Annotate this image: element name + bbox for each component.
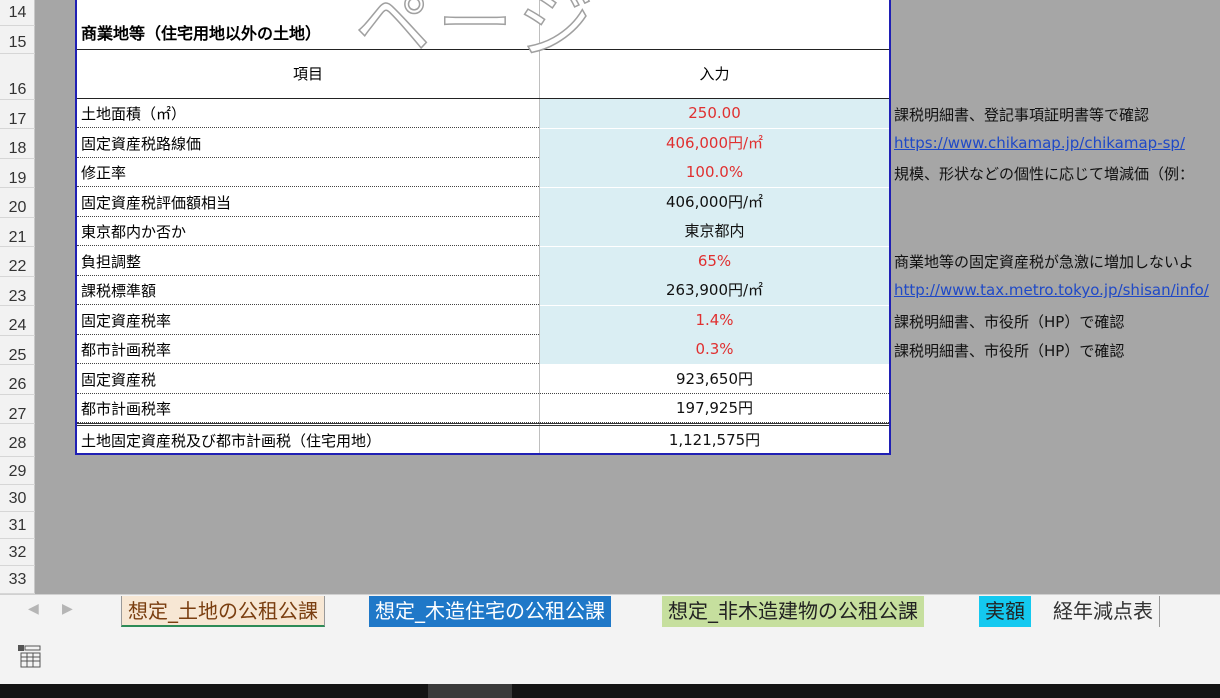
route-price-input[interactable]: 406,000円/㎡ bbox=[540, 129, 889, 158]
sheet-tab-bar: ◀ ▶ 想定_土地の公租公課 想定_木造住宅の公租公課 想定_非木造建物の公租公… bbox=[0, 594, 1220, 628]
note-cell[interactable]: 課税明細書、市役所（HP）で確認 bbox=[894, 340, 1124, 361]
table-row: 固定資産税率 1.4% bbox=[77, 306, 889, 335]
table-row: 固定資産税 923,650円 bbox=[77, 365, 889, 394]
row-header-24[interactable]: 24 bbox=[0, 306, 35, 336]
property-tax-cell[interactable]: 923,650円 bbox=[540, 365, 889, 394]
row-header-27[interactable]: 27 bbox=[0, 395, 35, 424]
page-watermark: ページ bbox=[354, 0, 600, 68]
row-label[interactable]: 課税標準額 bbox=[81, 280, 156, 301]
tax-base-cell[interactable]: 263,900円/㎡ bbox=[540, 276, 889, 305]
row-header-15[interactable]: 15 bbox=[0, 26, 35, 54]
note-cell[interactable]: 規模、形状などの個性に応じて増減価（例： bbox=[894, 163, 1194, 184]
row-label[interactable]: 東京都内か否か bbox=[81, 221, 186, 242]
land-area-input[interactable]: 250.00 bbox=[540, 99, 889, 128]
row-header-30[interactable]: 30 bbox=[0, 485, 35, 512]
table-row: 負担調整 65% bbox=[77, 247, 889, 276]
row-header-23[interactable]: 23 bbox=[0, 277, 35, 306]
property-tax-rate-input[interactable]: 1.4% bbox=[540, 306, 889, 335]
table-row: 固定資産税路線価 406,000円/㎡ bbox=[77, 129, 889, 158]
row-header-18[interactable]: 18 bbox=[0, 129, 35, 159]
row-header-26[interactable]: 26 bbox=[0, 365, 35, 395]
row-label[interactable]: 負担調整 bbox=[81, 251, 141, 272]
row-header-33[interactable]: 33 bbox=[0, 566, 35, 594]
row-label[interactable]: 都市計画税率 bbox=[81, 398, 171, 419]
row-header-21[interactable]: 21 bbox=[0, 218, 35, 247]
tab-scroll-left-icon[interactable]: ◀ bbox=[28, 601, 39, 617]
row-label[interactable]: 土地面積（㎡） bbox=[81, 103, 186, 124]
row-header-19[interactable]: 19 bbox=[0, 159, 35, 188]
sheet-view-icon[interactable] bbox=[17, 644, 41, 668]
total-tax-cell[interactable]: 1,121,575円 bbox=[540, 426, 889, 455]
row-label[interactable]: 土地固定資産税及び都市計画税（住宅用地） bbox=[81, 430, 381, 451]
note-cell[interactable]: 課税明細書、市役所（HP）で確認 bbox=[894, 311, 1124, 332]
table-row: 土地面積（㎡） 250.00 bbox=[77, 99, 889, 128]
correction-rate-input[interactable]: 100.0% bbox=[540, 158, 889, 187]
row-header-29[interactable]: 29 bbox=[0, 457, 35, 485]
table-row: 都市計画税率 197,925円 bbox=[77, 394, 889, 423]
tab-land-tax[interactable]: 想定_土地の公租公課 bbox=[121, 596, 325, 627]
table-row: 固定資産税評価額相当 406,000円/㎡ bbox=[77, 188, 889, 217]
city-planning-tax-cell[interactable]: 197,925円 bbox=[540, 394, 889, 423]
row-header-16[interactable]: 16 bbox=[0, 54, 35, 100]
tab-wooden-house-tax[interactable]: 想定_木造住宅の公租公課 bbox=[369, 596, 611, 627]
row-header-17[interactable]: 17 bbox=[0, 100, 35, 129]
chikamap-link[interactable]: https://www.chikamap.jp/chikamap-sp/ bbox=[894, 134, 1185, 152]
row-header-25[interactable]: 25 bbox=[0, 336, 35, 365]
burden-adjustment-input[interactable]: 65% bbox=[540, 247, 889, 276]
note-cell[interactable]: 課税明細書、登記事項証明書等で確認 bbox=[894, 104, 1149, 125]
row-header-31[interactable]: 31 bbox=[0, 512, 35, 539]
assessed-value-cell[interactable]: 406,000円/㎡ bbox=[540, 188, 889, 217]
row-header-22[interactable]: 22 bbox=[0, 247, 35, 277]
row-label[interactable]: 都市計画税率 bbox=[81, 339, 171, 360]
taskbar-item[interactable] bbox=[428, 684, 512, 698]
row-label[interactable]: 修正率 bbox=[81, 162, 126, 183]
table-row: 修正率 100.0% bbox=[77, 158, 889, 187]
total-row: 土地固定資産税及び都市計画税（住宅用地） 1,121,575円 bbox=[77, 423, 889, 452]
status-bar bbox=[0, 628, 1220, 684]
taskbar bbox=[0, 684, 1220, 698]
row-headers: 14 15 16 17 18 19 20 21 22 23 24 25 26 2… bbox=[0, 0, 35, 594]
table-row: 課税標準額 263,900円/㎡ bbox=[77, 276, 889, 305]
tab-actual-amount[interactable]: 実額 bbox=[979, 596, 1031, 627]
city-planning-rate-input[interactable]: 0.3% bbox=[540, 335, 889, 364]
row-label[interactable]: 固定資産税評価額相当 bbox=[81, 192, 231, 213]
tab-depreciation-table[interactable]: 経年減点表 bbox=[1047, 596, 1160, 627]
note-cell[interactable]: 商業地等の固定資産税が急激に増加しないよ bbox=[894, 251, 1194, 272]
table-row: 都市計画税率 0.3% bbox=[77, 335, 889, 364]
tax-metro-link[interactable]: http://www.tax.metro.tokyo.jp/shisan/inf… bbox=[894, 281, 1209, 299]
row-header-14[interactable]: 14 bbox=[0, 0, 35, 26]
row-header-32[interactable]: 32 bbox=[0, 539, 35, 566]
tab-non-wooden-building-tax[interactable]: 想定_非木造建物の公租公課 bbox=[662, 596, 924, 627]
table-row: 東京都内か否か 東京都内 bbox=[77, 217, 889, 246]
row-header-28[interactable]: 28 bbox=[0, 424, 35, 457]
row-header-20[interactable]: 20 bbox=[0, 188, 35, 218]
section-title[interactable]: 商業地等（住宅用地以外の土地） bbox=[81, 20, 321, 44]
row-label[interactable]: 固定資産税路線価 bbox=[81, 133, 201, 154]
row-label[interactable]: 固定資産税 bbox=[81, 369, 156, 390]
tab-scroll-right-icon[interactable]: ▶ bbox=[62, 601, 73, 617]
tokyo-flag-cell[interactable]: 東京都内 bbox=[540, 217, 889, 246]
row-label[interactable]: 固定資産税率 bbox=[81, 310, 171, 331]
